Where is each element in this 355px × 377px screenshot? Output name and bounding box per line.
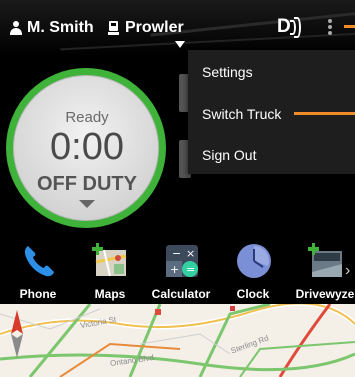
header-background-road [60, 31, 355, 51]
drivewyze-logo-icon[interactable]: D [277, 16, 303, 38]
chevron-down-icon[interactable] [175, 41, 185, 48]
app-label: Clock [236, 287, 270, 301]
truck-icon [108, 21, 119, 35]
svg-text:=: = [186, 263, 195, 276]
gauge-face: Ready 0:00 OFF DUTY [13, 75, 159, 221]
svg-text:×: × [186, 247, 195, 260]
app-dock: Phone Maps − × + = Calculator Clock Driv… [0, 236, 355, 304]
chevron-down-icon[interactable] [79, 200, 95, 208]
app-label: Calculator [151, 287, 211, 301]
app-label: Drivewyze [295, 287, 355, 301]
ready-label: Ready [65, 109, 109, 126]
top-bar: M. Smith Prowler D [0, 0, 355, 56]
driver-button[interactable]: M. Smith [10, 19, 94, 37]
svg-text:−: − [172, 247, 181, 260]
menu-item-settings[interactable]: Settings [202, 64, 253, 80]
clock-icon [237, 244, 271, 278]
app-label: Maps [94, 287, 126, 301]
truck-selector[interactable]: Prowler [108, 19, 184, 37]
svg-text:+: + [170, 263, 179, 276]
driver-name: M. Smith [27, 19, 94, 36]
phone-icon [24, 246, 54, 277]
compass-icon[interactable] [10, 310, 24, 358]
map-view[interactable]: Victoria St Sterling Rd Ontario Blvd [0, 304, 355, 377]
app-label: Phone [19, 287, 57, 301]
duty-status-gauge[interactable]: Ready 0:00 OFF DUTY [6, 68, 166, 228]
overflow-menu-icon[interactable] [325, 19, 335, 37]
map-roads [0, 304, 355, 377]
truck-name: Prowler [125, 19, 184, 36]
drivewyze-app-icon [308, 243, 342, 277]
duty-status-label: OFF DUTY [37, 173, 137, 195]
user-icon [10, 21, 22, 35]
chevron-right-icon[interactable]: › [345, 262, 350, 280]
menu-highlight-line [294, 112, 355, 115]
duty-timer: 0:00 [50, 126, 124, 168]
calculator-icon: − × + = [166, 245, 198, 277]
menu-item-sign-out[interactable]: Sign Out [202, 147, 256, 163]
menu-pointer-line [344, 25, 355, 28]
menu-item-switch-truck[interactable]: Switch Truck [202, 106, 281, 122]
overflow-menu: Settings Switch Truck Sign Out [188, 50, 355, 174]
maps-icon [92, 243, 127, 277]
